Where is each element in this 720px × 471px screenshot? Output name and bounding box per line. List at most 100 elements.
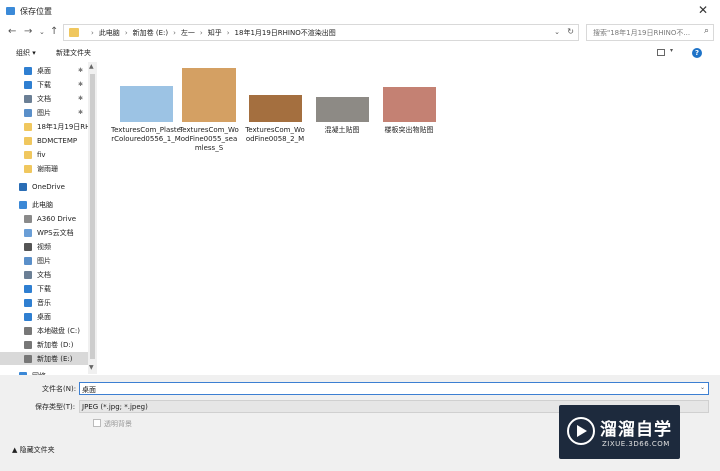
watermark-url: ZIXUE.3D66.COM [602,440,670,448]
sidebar-item[interactable]: 新加卷 (D:) [0,338,88,351]
play-icon [577,425,587,437]
sidebar-item[interactable]: 下载 [0,282,88,295]
video-icon [24,242,32,251]
file-item[interactable]: TexturesCom_WoodFine0058_2_M [244,95,306,144]
sidebar-item[interactable]: 下载 ✱ [0,78,88,91]
filename-input[interactable]: 桌面 ⌄ [79,382,709,395]
disk-icon [24,354,32,363]
desktop-icon [24,312,32,321]
search-icon[interactable]: ⌕ [704,26,709,36]
hide-folders-button[interactable]: ▲ 隐藏文件夹 [12,445,55,455]
sidebar-item[interactable]: WPS云文档 [0,226,88,239]
pin-icon: ✱ [78,67,84,74]
file-name: TexturesCom_WoodFine0055_seamless_S [179,126,239,152]
scroll-up-arrow[interactable]: ▲ [89,63,94,70]
sidebar-item[interactable]: 图片 [0,254,88,267]
breadcrumb-separator: › [226,29,230,37]
sidebar-item[interactable]: 谢雨珊 [0,162,88,175]
file-list: TexturesCom_PlasterColoured0556_1_M Textu… [98,62,720,374]
forward-button[interactable]: → [24,26,32,38]
address-dropdown-button[interactable]: ⌄ [554,28,560,36]
sidebar-item[interactable]: 本地磁盘 (C:) [0,324,88,337]
up-button[interactable]: ↑ [50,26,58,38]
file-item[interactable]: 楼板突出物贴图 [378,87,440,135]
sidebar-item-label: 图片 [37,108,51,117]
search-placeholder: 搜索"18年1月19日RHINO不... [593,29,691,37]
concrete-thumbnail [315,97,369,122]
sidebar-scroll-thumb[interactable] [90,74,95,359]
light-wood-thumbnail [182,68,236,122]
close-button[interactable]: ✕ [698,3,708,17]
search-input[interactable]: 搜索"18年1月19日RHINO不... ⌕ [586,24,714,41]
brown-wood-thumbnail [248,95,302,122]
file-item[interactable]: 混凝土贴图 [311,97,373,135]
folder-icon [24,164,32,173]
folder-icon [24,136,32,145]
breadcrumb: › 此电脑 › 新加卷 (E:) › 左一 › 知乎 › 18年1月19日RHI… [86,28,336,38]
disk-icon [24,340,32,349]
back-button[interactable]: ← [8,26,16,38]
filetype-value: JPEG (*.jpg; *.jpeg) [82,403,148,411]
sidebar-item[interactable]: 图片 ✱ [0,106,88,119]
breadcrumb-separator: › [91,29,94,37]
sidebar-item-label: 新加卷 (E:) [37,354,73,363]
sidebar-item-label: WPS云文档 [37,228,74,237]
sidebar-item[interactable]: A360 Drive [0,212,88,225]
title-bar: 保存位置 ✕ [0,0,720,22]
sidebar-item-label: 新加卷 (D:) [37,340,74,349]
new-folder-button[interactable]: 新建文件夹 [56,48,91,58]
help-icon[interactable]: ? [692,48,702,58]
breadcrumb-zuoyi[interactable]: 左一 [181,28,195,38]
breadcrumb-separator: › [199,29,203,37]
toolbar: 组织 ▾ 新建文件夹 ▾ ? [0,44,720,62]
file-item[interactable]: TexturesCom_WoodFine0055_seamless_S [178,68,240,153]
sidebar-item-label: 图片 [37,256,51,265]
watermark-brand: 溜溜自学 [600,420,672,440]
navigation-bar: ← → ⌄ ↑ › 此电脑 › 新加卷 (E:) › 左一 › 知乎 › 18年… [0,22,720,43]
sidebar-item[interactable]: 桌面 [0,310,88,323]
organize-button[interactable]: 组织 ▾ [16,48,36,58]
sidebar-item[interactable]: 18年1月19日RH [0,120,88,133]
blue-plaster-thumbnail [119,86,173,122]
file-name: 楼板突出物贴图 [384,126,434,134]
download-icon [24,284,32,293]
picture-icon [24,256,32,265]
breadcrumb-current-folder[interactable]: 18年1月19日RHINO不渲染出图 [235,28,336,38]
sidebar-item-label: 文档 [37,94,51,103]
refresh-button[interactable]: ↻ [567,27,574,36]
sidebar-item-label: BDMCTEMP [37,136,78,145]
sidebar-item[interactable]: fiv [0,148,88,161]
sidebar-item-label: 音乐 [37,298,51,307]
filename-dropdown[interactable]: ⌄ [700,384,705,391]
document-icon [24,270,32,279]
breadcrumb-drive-e[interactable]: 新加卷 (E:) [133,28,168,38]
sidebar-item[interactable]: 文档 ✱ [0,92,88,105]
sidebar-item[interactable]: BDMCTEMP [0,134,88,147]
sidebar-item[interactable]: 桌面 ✱ [0,64,88,77]
sidebar-item-label: 18年1月19日RH [37,122,88,131]
address-bar[interactable]: › 此电脑 › 新加卷 (E:) › 左一 › 知乎 › 18年1月19日RHI… [63,24,579,41]
filetype-label: 保存类型(T): [35,403,76,411]
sidebar-item-label: 本地磁盘 (C:) [37,326,80,335]
breadcrumb-this-pc[interactable]: 此电脑 [99,28,120,38]
view-options-icon[interactable] [657,49,665,56]
app-icon [6,7,15,15]
sidebar-item[interactable]: 新加卷 (E:) [0,352,88,365]
sidebar-item[interactable]: 音乐 [0,296,88,309]
recent-locations-button[interactable]: ⌄ [39,26,45,38]
sidebar-item-label: 桌面 [37,66,51,75]
breadcrumb-zhihu[interactable]: 知乎 [208,28,222,38]
sidebar-item-label: OneDrive [32,182,65,191]
transparent-background-checkbox[interactable] [93,419,101,427]
view-options-dropdown[interactable]: ▾ [670,47,673,54]
download-icon [24,80,32,89]
sidebar-item[interactable]: 此电脑 [0,198,88,211]
scroll-down-arrow[interactable]: ▼ [89,364,94,371]
sidebar-item[interactable]: 文档 [0,268,88,281]
sidebar-item[interactable]: 视频 [0,240,88,253]
drive-icon [24,214,32,223]
transparent-background-label: 透明背景 [104,420,132,428]
folder-icon [24,150,32,159]
file-item[interactable]: TexturesCom_PlasterColoured0556_1_M [110,86,182,144]
sidebar-item[interactable]: OneDrive [0,180,88,193]
